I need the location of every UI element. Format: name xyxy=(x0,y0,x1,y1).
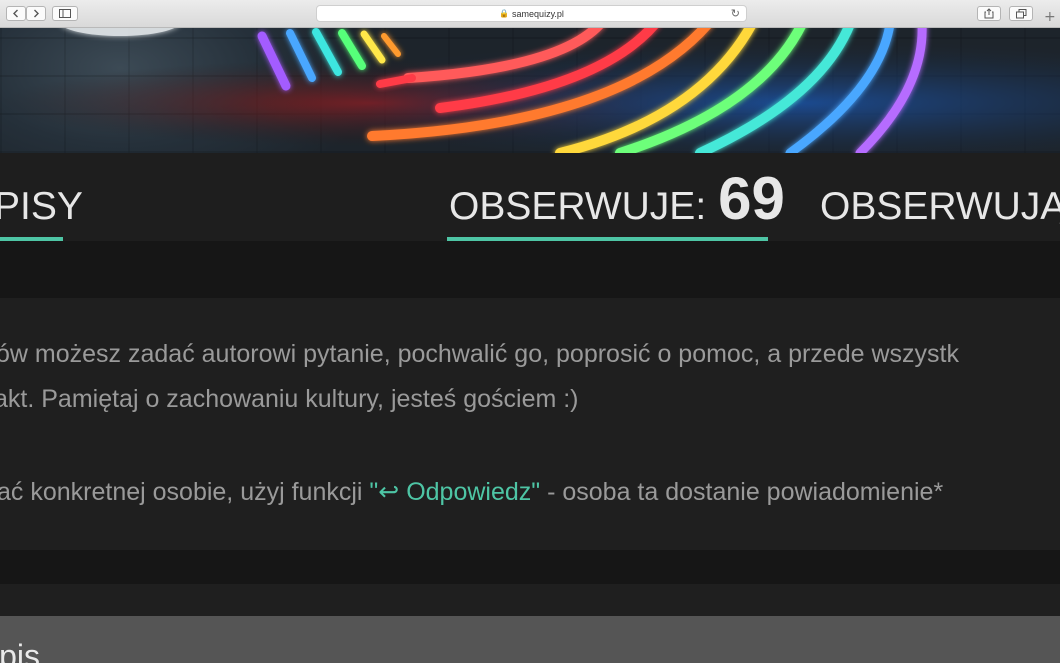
section-divider-2 xyxy=(0,550,1060,584)
tab-posts-label: PISY xyxy=(0,185,83,228)
info-line-3-text: ać konkretnej osobie, użyj funkcji xyxy=(0,478,370,506)
tab-followers-label: OBSERWUJĄC xyxy=(820,185,1060,228)
chevron-left-icon xyxy=(13,9,18,18)
reply-function-link[interactable]: "↩ Odpowiedz" xyxy=(369,478,540,506)
share-button[interactable] xyxy=(977,6,1001,21)
info-line-3: ać konkretnej osobie, użyj funkcji "↩ Od… xyxy=(0,477,943,507)
new-tab-button[interactable]: + xyxy=(1044,10,1056,24)
section-divider xyxy=(0,241,1060,298)
chevron-right-icon xyxy=(34,9,39,18)
address-bar[interactable]: 🔒 samequizy.pl ↻ xyxy=(316,5,747,22)
comments-info-box: ów możesz zadać autorowi pytanie, pochwa… xyxy=(0,298,1060,550)
following-count: 69 xyxy=(718,165,785,232)
new-post-label: wpis xyxy=(0,638,41,663)
browser-toolbar: 🔒 samequizy.pl ↻ + xyxy=(0,0,1060,28)
lock-icon: 🔒 xyxy=(499,9,510,18)
tab-posts[interactable]: PISY xyxy=(0,153,83,241)
tab-following-label: OBSERWUJE: xyxy=(449,185,707,228)
url-text: samequizy.pl xyxy=(512,8,564,19)
info-line-3-suffix: - osoba ta dostanie powiadomienie* xyxy=(540,478,944,506)
profile-banner-image xyxy=(0,28,1060,153)
sidebar-icon xyxy=(59,9,71,18)
neon-rainbow-illustration xyxy=(0,28,1060,153)
section-spacer xyxy=(0,584,1060,616)
tabs-overview-icon xyxy=(1015,8,1026,18)
forward-button[interactable] xyxy=(26,6,46,21)
sidebar-button[interactable] xyxy=(52,6,78,21)
info-line-2: akt. Pamiętaj o zachowaniu kultury, jest… xyxy=(0,385,579,413)
tab-following[interactable]: OBSERWUJE: 69 xyxy=(447,153,785,241)
tab-followers[interactable]: OBSERWUJĄC xyxy=(820,153,1060,241)
profile-tabs: PISY OBSERWUJE: 69 OBSERWUJĄC xyxy=(0,153,1060,241)
tabs-overview-button[interactable] xyxy=(1009,6,1033,21)
new-post-header[interactable]: wpis xyxy=(0,616,1060,663)
back-button[interactable] xyxy=(6,6,26,21)
info-line-1: ów możesz zadać autorowi pytanie, pochwa… xyxy=(0,340,959,368)
reload-icon[interactable]: ↻ xyxy=(731,7,740,20)
share-icon xyxy=(984,8,994,19)
